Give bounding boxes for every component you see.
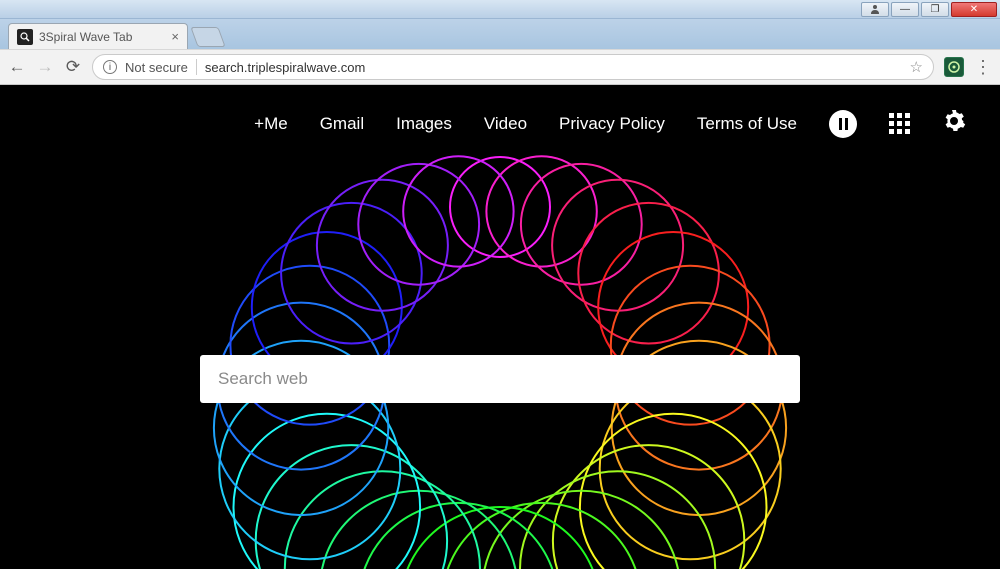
browser-toolbar: ← → ⟳ i Not secure search.triplespiralwa… — [0, 49, 1000, 85]
settings-gear-icon[interactable] — [942, 109, 966, 138]
minimize-icon: — — [900, 4, 910, 15]
pause-button[interactable] — [829, 110, 857, 138]
search-input[interactable] — [218, 369, 782, 389]
page-viewport: +Me Gmail Images Video Privacy Policy Te… — [0, 85, 1000, 569]
pause-bar-icon — [839, 118, 842, 130]
pause-bar-icon — [845, 118, 848, 130]
window-user-button[interactable] — [861, 2, 889, 17]
window-maximize-button[interactable]: ❐ — [921, 2, 949, 17]
window-minimize-button[interactable]: — — [891, 2, 919, 17]
search-box[interactable] — [200, 355, 800, 403]
nav-link-gmail[interactable]: Gmail — [320, 114, 364, 134]
window-titlebar: — ❐ ✕ — [0, 0, 1000, 19]
nav-link-terms[interactable]: Terms of Use — [697, 114, 797, 134]
window-close-button[interactable]: ✕ — [951, 2, 997, 17]
tab-close-icon[interactable]: × — [171, 29, 179, 44]
tab-title: 3Spiral Wave Tab — [39, 30, 132, 44]
nav-link-video[interactable]: Video — [484, 114, 527, 134]
nav-link-images[interactable]: Images — [396, 114, 452, 134]
nav-link-me[interactable]: +Me — [254, 114, 288, 134]
omnibox-separator — [196, 59, 197, 75]
maximize-icon: ❐ — [931, 4, 940, 15]
nav-link-privacy[interactable]: Privacy Policy — [559, 114, 665, 134]
not-secure-label: Not secure — [125, 60, 188, 75]
top-nav: +Me Gmail Images Video Privacy Policy Te… — [0, 109, 1000, 138]
spiral-background — [0, 85, 1000, 569]
back-button[interactable]: ← — [8, 57, 26, 77]
browser-tab[interactable]: 3Spiral Wave Tab × — [8, 23, 188, 49]
apps-grid-icon[interactable] — [889, 113, 910, 134]
reload-button[interactable]: ⟳ — [64, 57, 82, 77]
forward-button[interactable]: → — [36, 57, 54, 77]
new-tab-button[interactable] — [190, 27, 225, 47]
site-info-icon[interactable]: i — [103, 60, 117, 74]
chrome-menu-button[interactable]: ⋮ — [974, 57, 992, 78]
url-text: search.triplespiralwave.com — [205, 60, 365, 75]
extension-icon[interactable] — [944, 57, 964, 77]
address-bar[interactable]: i Not secure search.triplespiralwave.com… — [92, 54, 934, 80]
bookmark-star-icon[interactable]: ☆ — [910, 58, 923, 76]
close-icon: ✕ — [970, 4, 978, 15]
tab-strip: 3Spiral Wave Tab × — [0, 19, 1000, 49]
tab-favicon — [17, 29, 33, 45]
